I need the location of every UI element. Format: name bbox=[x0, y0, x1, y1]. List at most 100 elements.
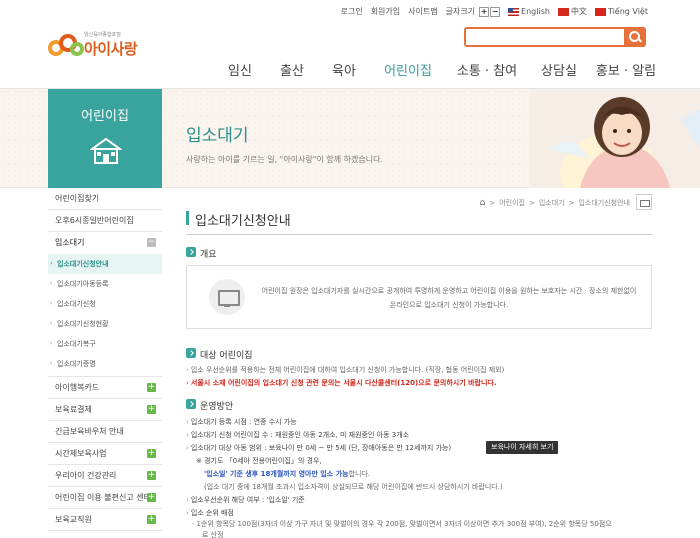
sidebar-subitem[interactable]: › 입소대기증명 bbox=[48, 354, 162, 374]
sidebar-subitem[interactable]: › 입소대기신청현황 bbox=[48, 314, 162, 334]
sidebar-item-label: 우리아이 건강관리 bbox=[55, 471, 117, 480]
age-detail-tooltip[interactable]: 보육나이 자세히 보기 bbox=[486, 441, 559, 454]
nav-item[interactable]: 어린이집 bbox=[370, 60, 446, 79]
print-button[interactable] bbox=[636, 194, 652, 210]
logo-name: 아이사랑 bbox=[84, 40, 138, 58]
operation-item: › 입소대기 신청 어린이집 수 : 재원중인 아동 2개소, 미 재원중인 아동… bbox=[186, 431, 410, 439]
expand-icon[interactable]: + bbox=[147, 449, 156, 458]
lang-vietnamese-label: Tiếng Việt bbox=[607, 7, 648, 16]
expand-icon[interactable]: + bbox=[147, 515, 156, 524]
operation-detail: 로 산정 bbox=[202, 531, 224, 538]
nav-item[interactable]: 홍보 · 알림 bbox=[590, 60, 662, 79]
search-box[interactable] bbox=[464, 27, 646, 47]
chevron-right-icon: › bbox=[50, 320, 53, 327]
sidebar-item[interactable]: 긴급보육바우처 안내 bbox=[48, 421, 162, 443]
home-icon[interactable]: ⌂ bbox=[480, 198, 486, 208]
sidebar-subitem[interactable]: › 입소대기신청안내 bbox=[48, 254, 162, 274]
join-link[interactable]: 회원가입 bbox=[371, 6, 400, 17]
font-size-plus-button[interactable]: + bbox=[479, 6, 490, 17]
sidebar-subitem-label: 입소대기신청 bbox=[57, 300, 96, 308]
expand-icon[interactable]: + bbox=[147, 493, 156, 502]
breadcrumb-current: 입소대기신청안내 bbox=[578, 199, 630, 207]
sidebar-item[interactable]: 오후6시종일반어린이집 bbox=[48, 210, 162, 232]
sidebar-item[interactable]: 보육교직원 + bbox=[48, 509, 162, 531]
child-photo bbox=[530, 89, 700, 188]
lang-english-link[interactable]: English bbox=[508, 7, 550, 16]
content-heading: 입소대기신청안내 bbox=[186, 210, 291, 229]
sidebar-subitem[interactable]: › 입소대기신청 bbox=[48, 294, 162, 314]
operation-item: › 입소 순위 배점 bbox=[186, 509, 234, 517]
sidebar-item[interactable]: 어린이집찾기 bbox=[48, 188, 162, 210]
font-size-minus-button[interactable]: − bbox=[490, 6, 501, 17]
sidebar-subitem-label: 입소대기신청현황 bbox=[57, 320, 109, 328]
chevron-right-icon: › bbox=[50, 360, 53, 367]
sidebar-item[interactable]: 보육료결제 + bbox=[48, 399, 162, 421]
sidebar-item-label: 시간제보육사업 bbox=[55, 449, 107, 458]
operation-note: ※ 경기도 「0세아 전용어린이집」의 경우, bbox=[196, 457, 322, 465]
breadcrumb-sep: > bbox=[568, 199, 575, 207]
sidebar-item[interactable]: 시간제보육사업 + bbox=[48, 443, 162, 465]
sidebar-subitem[interactable]: › 입소대기아동등록 bbox=[48, 274, 162, 294]
sidebar-item[interactable]: 어린이집 이용 불편신고 센터 + bbox=[48, 487, 162, 509]
expand-icon[interactable]: + bbox=[147, 383, 156, 392]
sidebar-subitem-label: 입소대기신청안내 bbox=[57, 260, 109, 268]
font-size-label: 글자크기 bbox=[445, 7, 476, 16]
nav-item[interactable]: 출산 bbox=[266, 60, 318, 79]
site-logo[interactable]: 임신육아종합포털 아이사랑 bbox=[48, 28, 148, 70]
sidebar-subitem-label: 입소대기아동등록 bbox=[57, 280, 109, 288]
overview-heading: 개요 bbox=[186, 247, 217, 260]
operation-heading: 운영방안 bbox=[186, 399, 233, 412]
breadcrumb-item[interactable]: 어린이집 bbox=[499, 198, 525, 208]
us-flag-icon bbox=[508, 7, 520, 16]
sidebar-item-label: 보육료결제 bbox=[55, 405, 92, 414]
target-heading: 대상 어린이집 bbox=[186, 348, 253, 361]
expand-icon[interactable]: + bbox=[147, 405, 156, 414]
main-nav: 임신 출산 육아 어린이집 소통 · 참여 상담실 홍보 · 알림 bbox=[214, 60, 662, 79]
nav-item[interactable]: 소통 · 참여 bbox=[446, 60, 528, 79]
sidebar-item-label: 아이행복카드 bbox=[55, 383, 100, 392]
heading-divider bbox=[186, 234, 652, 235]
overview-text: 어린이집 원장은 입소대기자를 실시간으로 공개하여 투명하게 운영하고 어린이… bbox=[261, 287, 637, 309]
nav-item[interactable]: 육아 bbox=[318, 60, 370, 79]
search-button[interactable] bbox=[624, 27, 646, 47]
expand-icon[interactable]: + bbox=[147, 471, 156, 480]
overview-box: 어린이집 원장은 입소대기자를 실시간으로 공개하여 투명하게 운영하고 어린이… bbox=[186, 265, 652, 329]
breadcrumb-item[interactable]: 입소대기 bbox=[539, 198, 565, 208]
lang-chinese-link[interactable]: 中文 bbox=[557, 6, 587, 17]
sidebar-item-label: 어린이집 이용 불편신고 센터 bbox=[55, 493, 151, 502]
lang-chinese-label: 中文 bbox=[570, 7, 587, 16]
breadcrumb: ⌂ > 어린이집 > 입소대기 > 입소대기신청안내 bbox=[480, 198, 630, 208]
nav-item[interactable]: 상담실 bbox=[528, 60, 590, 79]
sidebar-item-label: 보육교직원 bbox=[55, 515, 92, 524]
breadcrumb-sep: > bbox=[489, 199, 496, 207]
vn-flag-icon bbox=[594, 7, 606, 16]
operation-item: › 입소대기 대상 아동 범위 : 보육나이 만 0세 ~ 만 5세 (단, 장애… bbox=[186, 444, 452, 452]
sidebar-subitem[interactable]: › 입소대기복구 bbox=[48, 334, 162, 354]
sidebar-item-label: 입소대기 bbox=[55, 238, 85, 247]
monitor-icon bbox=[209, 279, 245, 315]
section-title-box: 어린이집 bbox=[48, 89, 162, 188]
chevron-right-icon: › bbox=[50, 340, 53, 347]
nav-item[interactable]: 임신 bbox=[214, 60, 266, 79]
font-size-control: 글자크기 + − bbox=[445, 6, 501, 17]
logo-circle-icon bbox=[70, 42, 84, 56]
login-link[interactable]: 로그인 bbox=[341, 6, 363, 17]
sidebar-item-open[interactable]: 입소대기 − bbox=[48, 232, 162, 254]
chevron-right-icon: › bbox=[50, 280, 53, 287]
operation-note: '입소일' 기준 생후 18개월까지 영아만 입소 가능합니다. bbox=[204, 470, 371, 478]
operation-item: › 입소우선순위 해당 여부 : '입소일' 기준 bbox=[186, 496, 305, 504]
utility-bar: 로그인 회원가입 사이트맵 글자크기 + − English 中文 Tiếng … bbox=[341, 6, 648, 17]
sidebar-item[interactable]: 아이행복카드 + bbox=[48, 377, 162, 399]
operation-detail: · 1순위 항목당 100점(3자녀 이상 가구 자녀 및 맞벌이의 경우 각 … bbox=[192, 520, 612, 528]
collapse-icon[interactable]: − bbox=[147, 238, 156, 247]
operation-note: (입소 대기 중에 18개월 초과시 입소자격이 상실되므로 해당 어린이집에 … bbox=[204, 483, 503, 491]
sidebar-item[interactable]: 우리아이 건강관리 + bbox=[48, 465, 162, 487]
sitemap-link[interactable]: 사이트맵 bbox=[408, 6, 437, 17]
section-title: 어린이집 bbox=[81, 109, 129, 124]
page-subtitle: 사랑하는 아이를 기르는 일, "아이사랑"이 함께 하겠습니다. bbox=[186, 155, 383, 164]
sidebar-subitem-label: 입소대기증명 bbox=[57, 360, 96, 368]
lang-english-label: English bbox=[521, 7, 550, 16]
lang-vietnamese-link[interactable]: Tiếng Việt bbox=[594, 7, 648, 16]
breadcrumb-sep: > bbox=[528, 199, 535, 207]
chevron-right-icon: › bbox=[50, 300, 53, 307]
